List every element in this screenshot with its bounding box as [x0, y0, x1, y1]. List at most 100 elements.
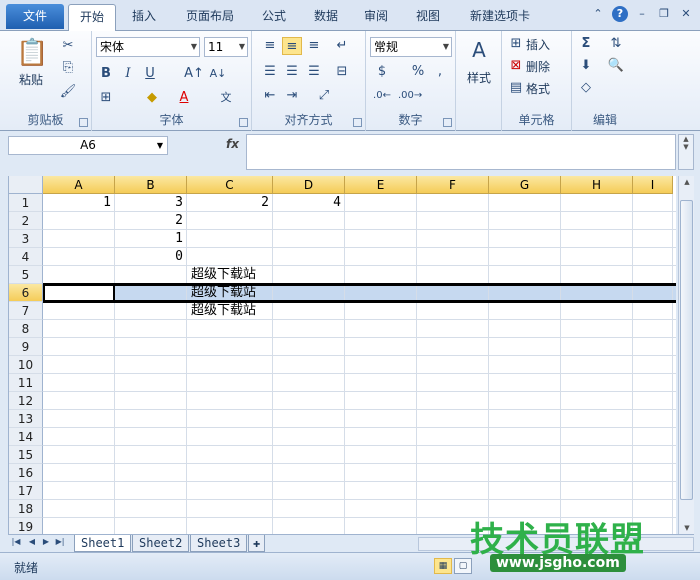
autosum-icon[interactable]: Σ	[576, 35, 596, 53]
align-right-icon[interactable]: ☰	[304, 63, 324, 81]
format-button[interactable]: 格式	[526, 80, 550, 97]
sheet-tab-sheet3[interactable]: Sheet3	[190, 535, 248, 552]
font-size-select[interactable]: 11 ▼	[204, 37, 248, 57]
align-middle-icon[interactable]: ≡	[282, 37, 302, 55]
column-header-e[interactable]: E	[345, 176, 417, 194]
row-header-13[interactable]: 13	[9, 410, 43, 428]
help-icon[interactable]: ?	[612, 6, 628, 22]
active-cell[interactable]	[43, 284, 115, 302]
row-header-2[interactable]: 2	[9, 212, 43, 230]
cell-c5[interactable]: 超级下载站	[191, 266, 256, 284]
tab-data[interactable]: 数据	[306, 6, 346, 31]
row-header-11[interactable]: 11	[9, 374, 43, 392]
cell-b1[interactable]: 3	[115, 194, 187, 212]
align-bottom-icon[interactable]: ≡	[304, 37, 324, 55]
alignment-launcher-icon[interactable]	[353, 118, 362, 127]
row-header-3[interactable]: 3	[9, 230, 43, 248]
insert-sheet-icon[interactable]: ✚	[248, 535, 266, 552]
vertical-scrollbar[interactable]: ▲ ▼	[678, 176, 694, 534]
insert-cells-icon[interactable]: ⊞	[506, 35, 526, 53]
tab-insert[interactable]: 插入	[124, 6, 164, 31]
currency-icon[interactable]: $	[372, 63, 392, 81]
align-left-icon[interactable]: ☰	[260, 63, 280, 81]
align-top-icon[interactable]: ≡	[260, 37, 280, 55]
number-format-select[interactable]: 常规 ▼	[370, 37, 452, 57]
worksheet-grid[interactable]: A B C D E F G H I 1 2 3 4 5 6 7 8 9 10 11 12 13 14 15 16 17 18 19 1 3…	[8, 176, 676, 534]
column-header-g[interactable]: G	[489, 176, 561, 194]
cell-c6[interactable]: 超级下载站	[191, 284, 256, 302]
paste-button[interactable]: 粘贴	[14, 71, 48, 88]
column-header-a[interactable]: A	[43, 176, 115, 194]
restore-icon[interactable]: ❐	[656, 6, 672, 22]
row-header-16[interactable]: 16	[9, 464, 43, 482]
first-sheet-icon[interactable]: |◀	[10, 537, 22, 546]
styles-icon[interactable]: A	[468, 37, 490, 63]
row-header-1[interactable]: 1	[9, 194, 43, 212]
font-color-icon[interactable]: A	[174, 89, 194, 107]
close-icon[interactable]: ✕	[678, 6, 694, 22]
row-header-5[interactable]: 5	[9, 266, 43, 284]
italic-button[interactable]: I	[118, 65, 138, 83]
minimize-ribbon-icon[interactable]: ⌃	[590, 6, 606, 22]
cell-c7[interactable]: 超级下载站	[191, 302, 256, 320]
row-header-6[interactable]: 6	[9, 284, 43, 302]
format-cells-icon[interactable]: ▤	[506, 79, 526, 97]
insert-function-button[interactable]: fx	[226, 137, 239, 151]
increase-decimal-icon[interactable]: .0←	[372, 87, 392, 105]
tab-view[interactable]: 视图	[408, 6, 448, 31]
delete-button[interactable]: 删除	[526, 58, 550, 75]
tab-review[interactable]: 审阅	[356, 6, 396, 31]
increase-indent-icon[interactable]: ⇥	[282, 87, 302, 105]
tab-formulas[interactable]: 公式	[254, 6, 294, 31]
column-header-c[interactable]: C	[187, 176, 273, 194]
underline-button[interactable]: U	[140, 65, 160, 83]
cut-icon[interactable]: ✂	[58, 37, 78, 55]
tab-page-layout[interactable]: 页面布局	[178, 6, 242, 31]
tab-new[interactable]: 新建选项卡	[460, 6, 540, 31]
border-icon[interactable]: ⊞	[96, 89, 116, 107]
bold-button[interactable]: B	[96, 65, 116, 83]
row-header-9[interactable]: 9	[9, 338, 43, 356]
row-header-19[interactable]: 19	[9, 518, 43, 534]
cell-d1[interactable]: 4	[273, 194, 345, 212]
comma-icon[interactable]: ,	[430, 63, 450, 81]
sheet-tab-sheet1[interactable]: Sheet1	[74, 535, 132, 552]
decrease-indent-icon[interactable]: ⇤	[260, 87, 280, 105]
merge-center-icon[interactable]: ⊟	[332, 63, 352, 81]
column-header-d[interactable]: D	[273, 176, 345, 194]
cell-b2[interactable]: 2	[115, 212, 187, 230]
vertical-scroll-thumb[interactable]	[680, 200, 693, 500]
row-header-18[interactable]: 18	[9, 500, 43, 518]
normal-view-icon[interactable]: ▦	[434, 558, 452, 574]
decrease-decimal-icon[interactable]: .00→	[398, 87, 422, 105]
copy-icon[interactable]: ⎘	[58, 59, 78, 77]
formula-bar-expand[interactable]: ▲ ▼	[678, 134, 694, 170]
next-sheet-icon[interactable]: ▶	[40, 537, 52, 546]
wrap-text-icon[interactable]: ↵	[332, 37, 352, 55]
sheet-tab-sheet2[interactable]: Sheet2	[132, 535, 190, 552]
format-painter-icon[interactable]: 🖌	[58, 83, 78, 101]
orientation-icon[interactable]: ⤢	[314, 87, 334, 105]
percent-button[interactable]: %	[408, 63, 428, 81]
cell-b4[interactable]: 0	[115, 248, 187, 266]
phonetic-icon[interactable]: 文	[216, 89, 236, 107]
shrink-font-icon[interactable]: A↓	[208, 65, 228, 83]
column-header-i[interactable]: I	[633, 176, 673, 194]
clipboard-launcher-icon[interactable]	[79, 118, 88, 127]
name-box[interactable]: A6 ▼	[8, 136, 168, 155]
delete-cells-icon[interactable]: ⊠	[506, 57, 526, 75]
tab-file[interactable]: 文件	[6, 4, 64, 29]
row-header-8[interactable]: 8	[9, 320, 43, 338]
select-all-corner[interactable]	[9, 176, 43, 194]
fill-color-icon[interactable]: ◆	[142, 89, 162, 107]
sort-filter-icon[interactable]: ⇅	[606, 35, 626, 53]
clear-icon[interactable]: ◇	[576, 79, 596, 97]
insert-button[interactable]: 插入	[526, 36, 550, 53]
find-select-icon[interactable]: 🔍	[606, 57, 626, 75]
styles-button[interactable]: 样式	[458, 69, 500, 86]
cell-b3[interactable]: 1	[115, 230, 187, 248]
row-header-17[interactable]: 17	[9, 482, 43, 500]
font-launcher-icon[interactable]	[239, 118, 248, 127]
align-center-icon[interactable]: ☰	[282, 63, 302, 81]
number-launcher-icon[interactable]	[443, 118, 452, 127]
